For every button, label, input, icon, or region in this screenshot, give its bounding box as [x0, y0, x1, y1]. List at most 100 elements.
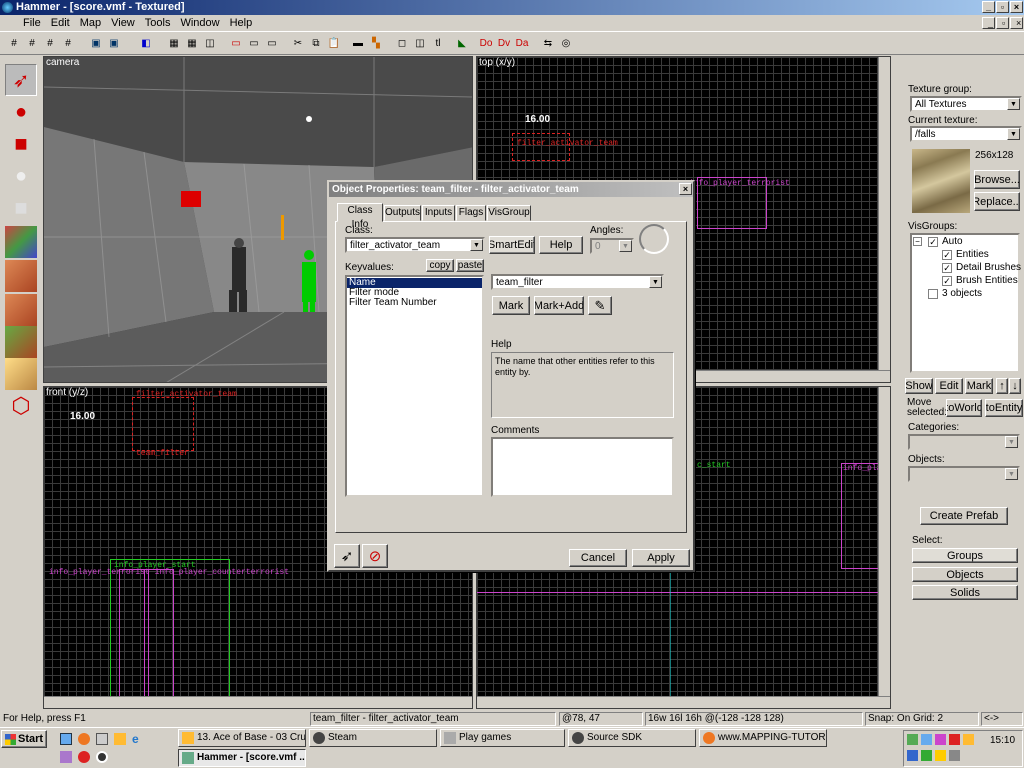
dialog-close-button[interactable]: × — [679, 183, 692, 195]
cancel-button[interactable]: Cancel — [569, 549, 627, 567]
decal-tool-icon[interactable] — [5, 294, 37, 326]
edit-button[interactable]: Edit — [935, 378, 963, 394]
group-icon[interactable]: ▣ — [106, 36, 122, 52]
apply-button[interactable]: Apply — [632, 549, 690, 567]
visgroup-entities-checkbox[interactable]: ✓ — [942, 250, 952, 260]
side-player-box[interactable] — [841, 463, 881, 569]
hide-icon[interactable]: ▦ — [166, 36, 182, 52]
replace-button[interactable]: Replace... — [974, 192, 1020, 211]
check-problems-icon[interactable]: Dv — [496, 36, 512, 52]
create-prefab-button[interactable]: Create Prefab — [920, 507, 1008, 525]
unhide-icon[interactable]: ▦ — [184, 36, 200, 52]
tab-flags[interactable]: Flags — [456, 205, 486, 221]
eyedropper-icon[interactable]: ✎ — [588, 296, 612, 315]
start-button[interactable]: Start — [1, 730, 47, 748]
objects-select[interactable]: ▼ — [908, 466, 1020, 482]
options-icon[interactable]: ◎ — [558, 36, 574, 52]
texture-lock-icon[interactable]: ◧ — [138, 36, 154, 52]
menu-file[interactable]: File — [18, 15, 46, 31]
selection-tool-icon[interactable]: ◻ — [394, 36, 410, 52]
run-map-icon[interactable]: Do — [478, 36, 494, 52]
quicklaunch-firefox-icon[interactable] — [78, 733, 90, 745]
entity-report-icon[interactable]: ◣ — [454, 36, 470, 52]
solids-button[interactable]: Solids — [912, 585, 1018, 600]
close-button[interactable]: × — [1010, 1, 1023, 13]
objects-button[interactable]: Objects — [912, 567, 1018, 582]
mark-button[interactable]: Mark — [492, 296, 530, 315]
magnify-tool-icon[interactable]: ● — [5, 96, 37, 128]
menu-help[interactable]: Help — [225, 15, 258, 31]
carve-icon[interactable]: ▣ — [88, 36, 104, 52]
pick-entity-off-icon[interactable]: ⊘ — [362, 544, 388, 568]
move-up-button[interactable]: ↑ — [996, 378, 1008, 394]
angles-dial[interactable] — [639, 224, 669, 254]
groups-button[interactable]: Groups — [912, 548, 1018, 563]
flip-h-icon[interactable]: ▭ — [228, 36, 244, 52]
task-source-sdk[interactable]: Source SDK — [568, 729, 696, 747]
visgroup-objects-checkbox[interactable] — [928, 289, 938, 299]
mark-add-button[interactable]: Mark+Add — [534, 296, 584, 315]
paste-button[interactable]: paste — [456, 259, 484, 272]
maximize-button[interactable]: ▫ — [996, 1, 1009, 13]
browse-button[interactable]: Browse... — [974, 170, 1020, 189]
texture-app-icon[interactable]: ▬ — [350, 36, 366, 52]
tab-outputs[interactable]: Outputs — [384, 205, 421, 221]
keyvalues-list[interactable]: Name Filter mode Filter Team Number — [345, 275, 484, 497]
tab-inputs[interactable]: Inputs — [422, 205, 455, 221]
tray-icon-1[interactable] — [907, 734, 918, 745]
visgroup-brush-entities-checkbox[interactable]: ✓ — [942, 276, 952, 286]
side-vertical-scrollbar[interactable] — [878, 387, 890, 697]
mdi-close-button[interactable]: × — [1010, 17, 1023, 29]
grid-smaller-icon[interactable]: # — [42, 36, 58, 52]
menu-view[interactable]: View — [106, 15, 140, 31]
task-hammer[interactable]: Hammer - [score.vmf ... — [178, 749, 306, 767]
side-horizontal-scrollbar[interactable] — [477, 696, 890, 708]
move-down-button[interactable]: ↓ — [1009, 378, 1021, 394]
flip-v-icon[interactable]: ▭ — [246, 36, 262, 52]
quicklaunch-desktop-icon[interactable] — [60, 733, 72, 745]
quicklaunch-media-icon[interactable] — [96, 733, 108, 745]
quicklaunch-winamp-icon[interactable] — [114, 733, 126, 745]
overlay-tool-icon[interactable] — [5, 326, 37, 358]
task-music[interactable]: 13. Ace of Base - 03 Crue... — [178, 729, 306, 747]
block-tool-icon[interactable]: ■ — [5, 192, 37, 224]
front-spawn-box-2[interactable] — [144, 569, 174, 699]
quicklaunch-ie-icon[interactable]: e — [132, 733, 144, 745]
menu-edit[interactable]: Edit — [46, 15, 75, 31]
tray-icon-9[interactable] — [949, 750, 960, 761]
comments-input[interactable] — [491, 437, 674, 497]
task-play-games[interactable]: Play games — [440, 729, 565, 747]
mdi-minimize-button[interactable]: _ — [982, 17, 995, 29]
magnify-tool-icon[interactable]: ◫ — [412, 36, 428, 52]
tab-class-info[interactable]: Class Info — [337, 203, 383, 230]
front-selected-box[interactable] — [132, 397, 194, 451]
task-steam[interactable]: Steam — [309, 729, 437, 747]
current-texture-select[interactable]: /falls ▼ — [910, 126, 1022, 142]
cut-icon[interactable]: ✂ — [290, 36, 306, 52]
copy-icon[interactable]: ⧉ — [308, 36, 324, 52]
tray-icon-7[interactable] — [921, 750, 932, 761]
transform-icon[interactable]: ⇆ — [540, 36, 556, 52]
tray-icon-8[interactable] — [935, 750, 946, 761]
menu-map[interactable]: Map — [75, 15, 106, 31]
tray-icon-5[interactable] — [963, 734, 974, 745]
to-entity-button[interactable]: toEntity — [985, 399, 1023, 417]
visgroups-tree[interactable]: − ✓ Auto ✓ Entities ✓ Detail Brushes ✓ B… — [910, 233, 1021, 373]
mdi-restore-button[interactable]: ▫ — [996, 17, 1009, 29]
quicklaunch-app-icon[interactable] — [60, 751, 72, 763]
class-select[interactable]: filter_activator_team ▼ — [345, 237, 485, 253]
apply-texture-icon[interactable] — [5, 260, 37, 292]
task-browser[interactable]: www.MAPPING-TUTORIA... — [699, 729, 827, 747]
smartedit-button[interactable]: SmartEdit — [489, 236, 535, 254]
3d-grid-icon[interactable]: # — [24, 36, 40, 52]
tray-icon-2[interactable] — [921, 734, 932, 745]
visgroup-auto-checkbox[interactable]: ✓ — [928, 237, 938, 247]
decal-icon[interactable]: ▚ — [368, 36, 384, 52]
entity-tool-icon[interactable]: ● — [5, 160, 37, 192]
key-filter-team[interactable]: Filter Team Number — [347, 298, 482, 308]
tab-visgroup[interactable]: VisGroup — [487, 205, 531, 221]
clip-tool-icon[interactable] — [5, 358, 37, 390]
menu-window[interactable]: Window — [175, 15, 224, 31]
texture-tool-icon[interactable] — [5, 226, 37, 258]
tray-icon-3[interactable] — [935, 734, 946, 745]
